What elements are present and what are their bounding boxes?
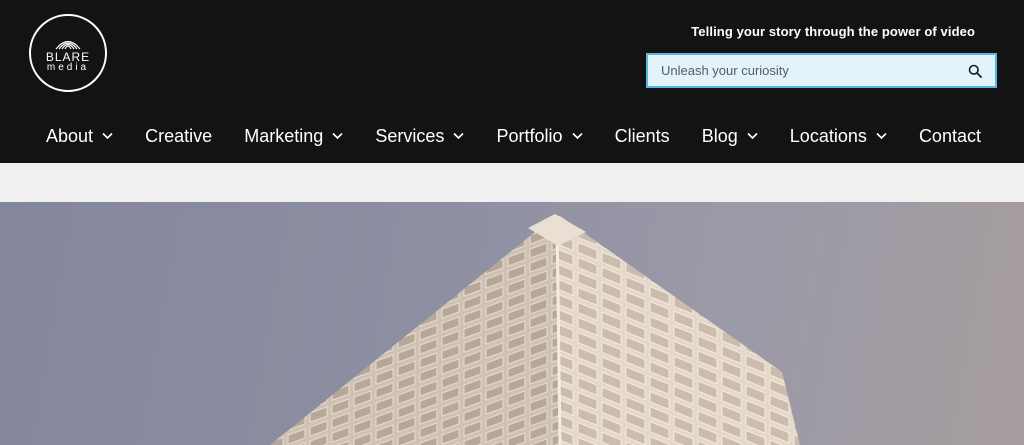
hero-image [0, 202, 1024, 445]
chevron-down-icon [747, 132, 758, 140]
nav-item-label: Blog [701, 125, 738, 146]
logo-brand-text: BLARE [45, 49, 91, 64]
tagline: Telling your story through the power of … [691, 24, 975, 39]
nav-item-portfolio[interactable]: Portfolio [496, 125, 583, 147]
nav-item-label: Locations [789, 125, 867, 146]
chevron-down-icon [332, 132, 343, 140]
search-input[interactable] [648, 55, 955, 86]
chevron-down-icon [876, 132, 887, 140]
blare-media-logo[interactable]: BLARE media [29, 14, 107, 92]
nav-item-blog[interactable]: Blog [702, 126, 758, 147]
nav-item-label: About [46, 125, 94, 146]
site-header: BLARE media Telling your story through t… [0, 0, 1024, 163]
nav-item-label: Creative [145, 125, 213, 146]
nav-item-marketing[interactable]: Marketing [244, 126, 343, 147]
nav-item-label: Marketing [244, 125, 324, 146]
sound-waves-icon [55, 40, 81, 49]
nav-item-creative[interactable]: Creative [145, 126, 212, 147]
chevron-down-icon [453, 132, 464, 140]
nav-item-locations[interactable]: Locations [790, 126, 887, 147]
logo-sub-text: media [46, 61, 90, 73]
nav-item-contact[interactable]: Contact [919, 126, 981, 147]
nav-item-about[interactable]: About [46, 126, 113, 147]
main-nav: About Creative Marketing Services Portfo… [0, 115, 1024, 157]
building-left-face [270, 216, 560, 445]
nav-item-clients[interactable]: Clients [615, 126, 670, 147]
nav-item-label: Services [375, 125, 445, 146]
building-right-face [555, 216, 800, 445]
nav-item-label: Contact [918, 125, 981, 146]
search-bar [646, 53, 997, 88]
nav-item-label: Portfolio [496, 125, 563, 146]
spacer-band [0, 163, 1024, 202]
chevron-down-icon [571, 132, 583, 140]
search-button[interactable] [955, 55, 995, 86]
chevron-down-icon [102, 132, 113, 140]
nav-item-label: Clients [614, 125, 670, 146]
building-illustration [270, 214, 800, 445]
search-icon [968, 64, 982, 78]
nav-item-services[interactable]: Services [375, 126, 464, 147]
